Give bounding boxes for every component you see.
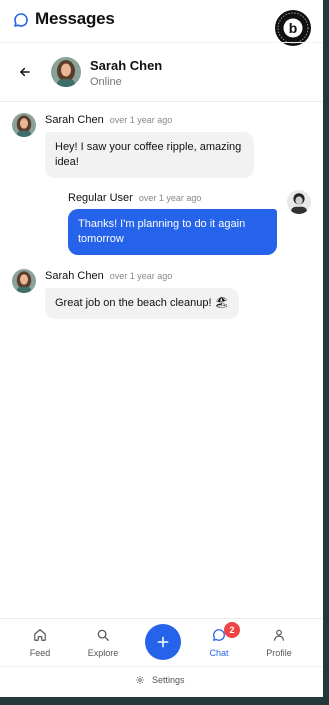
page-title: Messages	[35, 9, 115, 28]
nav-item-feed[interactable]: Feed	[15, 619, 65, 667]
contact-status: Online	[90, 76, 122, 88]
message-bubble[interactable]: Hey! I saw your coffee ripple, amazing i…	[45, 132, 254, 178]
message-meta: Sarah Chen over 1 year ago	[45, 114, 172, 126]
message-bubble[interactable]: Great job on the beach cleanup! 🏖	[45, 288, 239, 319]
avatar-photo-icon	[51, 57, 81, 87]
back-arrow-icon[interactable]	[18, 65, 32, 79]
sender-name: Regular User	[68, 192, 133, 204]
user-avatar[interactable]	[287, 190, 311, 214]
nav-label: Feed	[29, 648, 51, 658]
message-bubble[interactable]: Thanks! I'm planning to do it again tomo…	[68, 209, 277, 255]
message-meta: Sarah Chen over 1 year ago	[45, 270, 172, 282]
avatar-photo-icon	[12, 113, 36, 137]
gear-icon	[136, 676, 144, 684]
nav-item-profile[interactable]: Profile	[254, 619, 304, 667]
nav-label: Profile	[266, 648, 292, 658]
plus-icon	[157, 636, 169, 648]
sender-name: Sarah Chen	[45, 114, 104, 126]
create-post-button[interactable]	[145, 624, 181, 660]
conversation-header: Sarah Chen Online	[0, 42, 323, 102]
nav-item-chat[interactable]: 2 Chat	[194, 619, 244, 667]
sender-avatar[interactable]	[12, 113, 36, 137]
settings-bar: Settings	[0, 666, 323, 697]
brand-logo[interactable]: b	[275, 10, 311, 46]
avatar-photo-icon	[287, 190, 311, 214]
message-time: over 1 year ago	[109, 115, 173, 125]
app-window: Messages b Sarah Chen Online Sarah Chen …	[0, 0, 323, 697]
search-icon	[97, 629, 109, 641]
chat-bubble-icon	[14, 13, 28, 27]
user-icon	[274, 629, 284, 641]
app-header: Messages b	[0, 0, 323, 46]
message-time: over 1 year ago	[109, 271, 173, 281]
nav-label: Chat	[209, 648, 229, 658]
contact-avatar[interactable]	[51, 57, 81, 87]
nav-label: Explore	[87, 648, 119, 658]
settings-label: Settings	[152, 675, 185, 685]
brand-logo-letter: b	[289, 20, 298, 36]
home-icon	[34, 629, 46, 641]
brand-badge-icon: b	[276, 11, 310, 45]
message-time: over 1 year ago	[138, 193, 202, 203]
avatar-photo-icon	[12, 269, 36, 293]
sender-name: Sarah Chen	[45, 270, 104, 282]
settings-link[interactable]: Settings	[135, 675, 185, 685]
message-meta: Regular User over 1 year ago	[68, 192, 201, 204]
sender-avatar[interactable]	[12, 269, 36, 293]
nav-item-explore[interactable]: Explore	[78, 619, 128, 667]
unread-badge: 2	[224, 622, 240, 638]
contact-name: Sarah Chen	[90, 58, 163, 73]
